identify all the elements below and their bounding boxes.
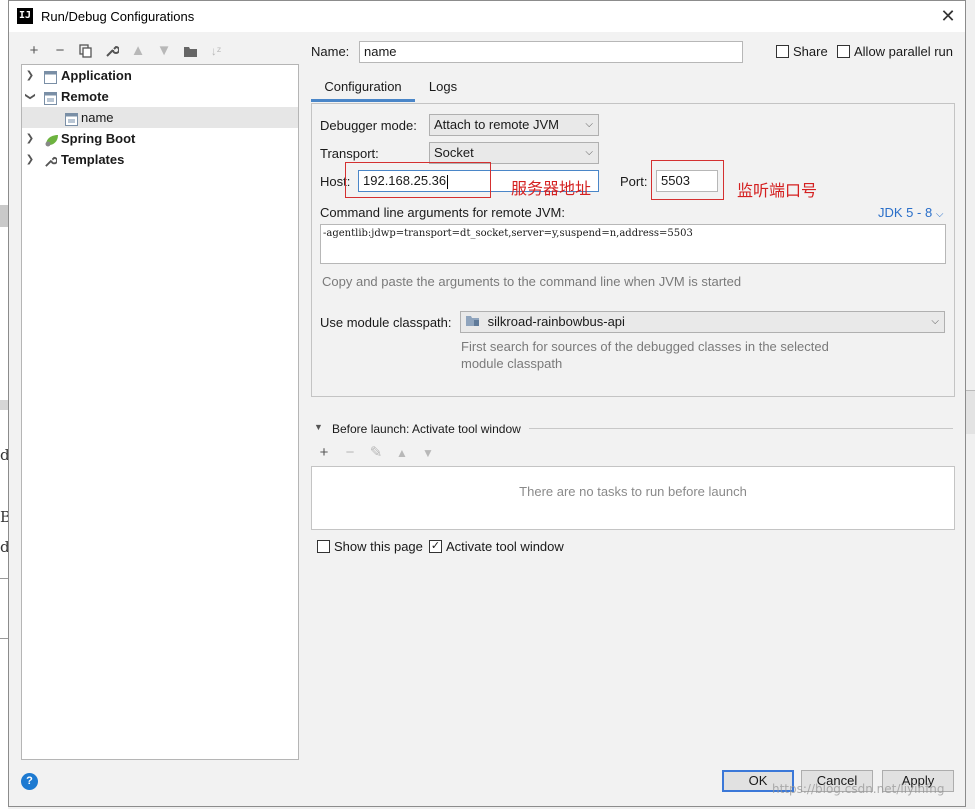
add-icon[interactable]: +: [315, 443, 333, 463]
host-annotation-box: [345, 162, 491, 198]
port-annotation: 监听端口号: [737, 183, 818, 200]
wrench-icon[interactable]: [103, 41, 121, 61]
debugger-mode-value: Attach to remote JVM: [434, 117, 559, 132]
remote-icon: [44, 90, 57, 105]
debugger-mode-select[interactable]: Attach to remote JVM ⌵: [429, 114, 599, 136]
background-window-edge: [966, 390, 975, 434]
cmd-args-label: Command line arguments for remote JVM:: [320, 205, 565, 220]
title-bar: IJ Run/Debug Configurations ✕: [9, 1, 965, 32]
transport-select[interactable]: Socket ⌵: [429, 142, 599, 164]
remote-config-icon: [65, 111, 78, 126]
module-classpath-value: silkroad-rainbowbus-api: [487, 314, 625, 329]
window-title: Run/Debug Configurations: [41, 9, 195, 24]
jdk-version-selector[interactable]: JDK 5 - 8 ⌵: [878, 205, 943, 220]
module-classpath-label: Use module classpath:: [320, 315, 452, 330]
tree-item-spring-boot[interactable]: ❯ Spring Boot: [22, 128, 298, 149]
tree-item-application[interactable]: ❯ Application: [22, 65, 298, 86]
folder-icon[interactable]: [181, 41, 199, 61]
divider: [529, 428, 953, 429]
move-down-icon[interactable]: ▼: [419, 443, 437, 463]
chevron-down-icon: ⌵: [931, 316, 939, 327]
tree-item-label: Templates: [61, 152, 125, 167]
before-launch-title: Before launch: Activate tool window: [332, 422, 521, 436]
name-input[interactable]: name: [359, 41, 743, 63]
show-page-label: Show this page: [334, 539, 423, 554]
name-label: Name:: [311, 44, 350, 59]
module-hint-line1: First search for sources of the debugged…: [461, 339, 829, 354]
share-label: Share: [793, 44, 828, 59]
configuration-tree: ❯ Application ❯ Remote name ❯ Spring Boo…: [21, 64, 299, 760]
remove-icon[interactable]: −: [51, 41, 69, 61]
activate-tool-window-label: Activate tool window: [446, 539, 564, 554]
remove-icon[interactable]: −: [341, 443, 359, 463]
chevron-down-icon[interactable]: ❯: [20, 91, 41, 103]
tab-logs[interactable]: Logs: [415, 74, 471, 102]
wrench-icon: [44, 153, 58, 167]
collapse-arrow-icon[interactable]: ▼: [314, 422, 323, 432]
before-launch-task-list: There are no tasks to run before launch: [311, 466, 955, 530]
spring-boot-icon: [44, 132, 58, 147]
tree-item-name[interactable]: name: [22, 107, 298, 128]
background-band: [0, 205, 8, 227]
sort-icon[interactable]: ↓ᶻ: [207, 41, 225, 61]
help-button[interactable]: ?: [21, 773, 38, 790]
module-hint-line2: module classpath: [461, 356, 563, 371]
tree-item-label: name: [81, 110, 114, 125]
watermark: https://blog.csdn.net/liyinfng: [772, 782, 945, 796]
allow-parallel-checkbox[interactable]: [837, 45, 850, 58]
module-classpath-select[interactable]: silkroad-rainbowbus-api ⌵: [460, 311, 945, 333]
application-icon: [44, 69, 57, 84]
move-down-icon[interactable]: ▼: [155, 41, 173, 61]
port-label: Port:: [620, 174, 648, 189]
transport-value: Socket: [434, 145, 474, 160]
tree-item-remote[interactable]: ❯ Remote: [22, 86, 298, 107]
run-debug-dialog: IJ Run/Debug Configurations ✕ + − ▲ ▼ ↓ᶻ…: [8, 0, 966, 807]
chevron-right-icon[interactable]: ❯: [24, 65, 36, 86]
module-folder-icon: [465, 313, 480, 333]
background-divider: [0, 578, 8, 579]
background-divider: [0, 638, 8, 639]
chevron-down-icon: ⌵: [935, 209, 944, 220]
share-checkbox[interactable]: [776, 45, 789, 58]
show-page-checkbox[interactable]: [317, 540, 330, 553]
close-button[interactable]: ✕: [937, 5, 959, 27]
add-icon[interactable]: +: [25, 41, 43, 61]
chevron-right-icon[interactable]: ❯: [24, 149, 36, 170]
host-annotation: 服务器地址: [511, 181, 592, 198]
chevron-right-icon[interactable]: ❯: [24, 128, 36, 149]
allow-parallel-label: Allow parallel run: [854, 44, 953, 59]
chevron-down-icon: ⌵: [585, 119, 593, 130]
cmd-args-hint: Copy and paste the arguments to the comm…: [322, 274, 742, 289]
tab-configuration[interactable]: Configuration: [311, 74, 415, 102]
tree-item-templates[interactable]: ❯ Templates: [22, 149, 298, 170]
cmd-args-textarea[interactable]: -agentlib:jdwp=transport=dt_socket,serve…: [320, 224, 946, 264]
copy-icon[interactable]: [77, 41, 95, 61]
tree-item-label: Spring Boot: [61, 131, 136, 146]
empty-tasks-message: There are no tasks to run before launch: [519, 484, 747, 499]
tree-item-label: Remote: [61, 89, 109, 104]
activate-tool-window-checkbox[interactable]: ✓: [429, 540, 442, 553]
port-annotation-box: [651, 160, 724, 200]
edit-icon[interactable]: ✎: [367, 443, 385, 463]
intellij-app-icon: IJ: [17, 8, 33, 24]
chevron-down-icon: ⌵: [585, 147, 593, 158]
move-up-icon[interactable]: ▲: [129, 41, 147, 61]
jdk-version-label: JDK 5 - 8: [878, 205, 933, 220]
debugger-mode-label: Debugger mode:: [320, 118, 417, 133]
tree-item-label: Application: [61, 68, 132, 83]
transport-label: Transport:: [320, 146, 379, 161]
move-up-icon[interactable]: ▲: [393, 443, 411, 463]
background-band: [0, 400, 8, 410]
